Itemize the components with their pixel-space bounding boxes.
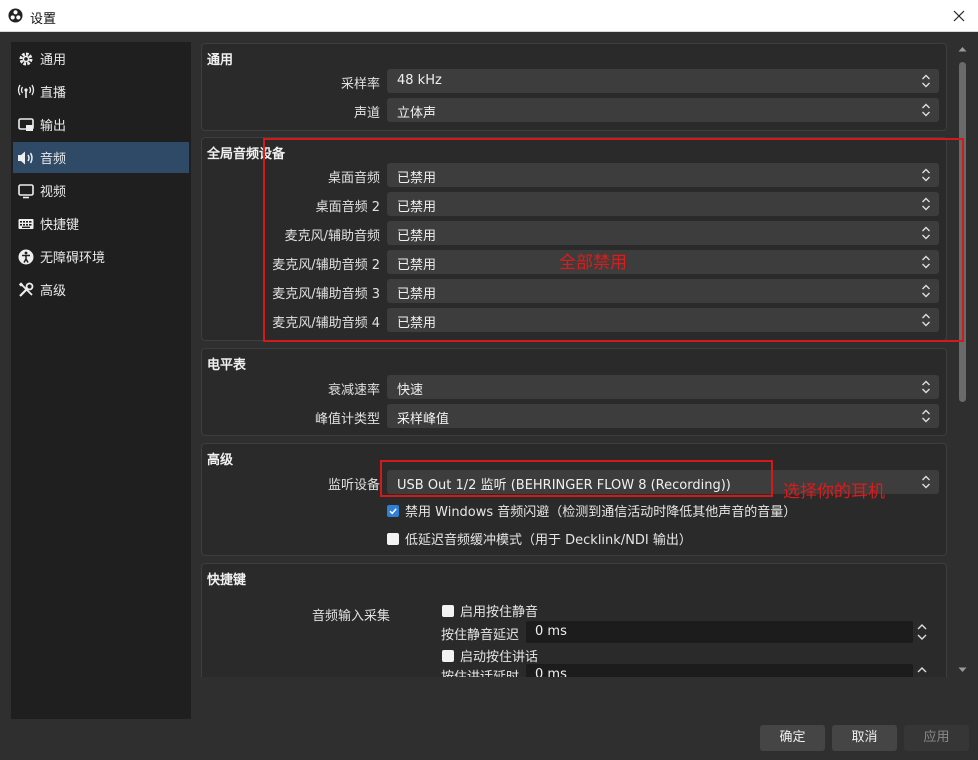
chevron-updown-icon	[922, 475, 930, 489]
close-icon	[953, 10, 965, 22]
sidebar-item-audio[interactable]: 音频	[13, 142, 189, 173]
spin-value: 0 ms	[535, 624, 567, 639]
ok-button[interactable]: 确定	[760, 725, 825, 751]
annotation-box-monitoring	[380, 460, 773, 497]
push-to-mute-checkbox[interactable]: 启用按住静音	[442, 601, 538, 620]
broadcast-icon	[17, 83, 35, 101]
group-title: 快捷键	[207, 573, 247, 588]
push-to-talk-checkbox[interactable]: 启动按住讲话	[442, 646, 538, 665]
spin-value: 0 ms	[535, 667, 567, 677]
sidebar-item-label: 输出	[40, 119, 67, 134]
group-title: 高级	[207, 453, 234, 468]
sample-rate-label: 采样率	[340, 77, 380, 92]
push-to-mute-delay-label: 按住静音延迟	[441, 628, 520, 643]
decay-rate-select[interactable]: 快速	[387, 375, 939, 399]
checkbox-label: 启用按住静音	[460, 605, 539, 620]
select-value: 快速	[397, 383, 424, 398]
tools-icon	[17, 281, 35, 299]
sidebar-item-stream[interactable]: 直播	[13, 76, 189, 107]
checkbox-unchecked-icon	[387, 532, 399, 545]
annotation-choose-headphone: 选择你的耳机	[783, 482, 885, 502]
group-title: 通用	[207, 53, 234, 68]
select-value: 48 kHz	[397, 73, 442, 88]
channels-label: 声道	[353, 106, 380, 121]
peak-meter-type-label: 峰值计类型	[314, 412, 380, 427]
sidebar-item-hotkeys[interactable]: 快捷键	[13, 208, 189, 239]
checkbox-checked-icon	[387, 504, 399, 517]
sidebar-item-label: 视频	[40, 185, 67, 200]
chevron-updown-icon	[922, 103, 930, 117]
meters-group: 电平表 衰减速率 快速 峰值计类型 采样峰值	[201, 348, 947, 436]
title-bar: 设置	[0, 0, 978, 32]
settings-sidebar: 通用 直播 输出 音频 视频 快捷键 无障碍环境 高级	[11, 42, 191, 719]
window-title: 设置	[30, 12, 57, 27]
chevron-updown-icon	[922, 409, 930, 423]
sidebar-item-label: 直播	[40, 86, 67, 101]
monitor-icon	[17, 182, 35, 200]
accessibility-icon	[17, 248, 35, 266]
hotkeys-group: 快捷键 音频输入采集 启用按住静音 按住静音延迟 0 ms 启动按住讲话 按住讲…	[201, 563, 947, 677]
chevron-updown-icon	[922, 74, 930, 88]
scroll-up-icon[interactable]	[958, 46, 967, 52]
group-title: 电平表	[207, 358, 247, 373]
sample-rate-select[interactable]: 48 kHz	[387, 69, 939, 93]
sidebar-item-label: 音频	[40, 152, 67, 167]
push-to-mute-delay-input[interactable]: 0 ms	[526, 621, 913, 643]
sidebar-item-label: 快捷键	[40, 218, 80, 233]
sidebar-item-output[interactable]: 输出	[13, 109, 189, 140]
peak-meter-type-select[interactable]: 采样峰值	[387, 404, 939, 428]
apply-button[interactable]: 应用	[904, 725, 969, 751]
sidebar-item-advanced[interactable]: 高级	[13, 274, 189, 305]
gear-icon	[17, 50, 35, 68]
sidebar-item-label: 高级	[40, 284, 67, 299]
select-value: 立体声	[397, 106, 437, 121]
cancel-button[interactable]: 取消	[832, 725, 897, 751]
speaker-icon	[17, 149, 35, 167]
monitoring-device-label: 监听设备	[327, 478, 380, 493]
spin-updown-icon[interactable]	[915, 664, 929, 677]
audio-input-capture-label: 音频输入采集	[311, 609, 390, 624]
channels-select[interactable]: 立体声	[387, 98, 939, 122]
output-icon	[17, 116, 35, 134]
general-group: 通用 采样率 48 kHz 声道 立体声	[201, 43, 947, 131]
keyboard-icon	[17, 215, 35, 233]
decay-rate-label: 衰减速率	[327, 383, 380, 398]
disable-ducking-checkbox[interactable]: 禁用 Windows 音频闪避（检测到通信活动时降低其他声音的音量）	[387, 501, 796, 520]
annotation-box-global-devices	[263, 138, 964, 342]
push-to-talk-delay-label: 按住讲话延时	[441, 666, 519, 677]
checkbox-unchecked-icon	[442, 604, 454, 617]
sidebar-item-label: 无障碍环境	[40, 251, 106, 266]
checkbox-unchecked-icon	[442, 649, 454, 662]
close-button[interactable]	[946, 3, 972, 29]
scroll-down-icon[interactable]	[958, 667, 967, 673]
sidebar-item-video[interactable]: 视频	[13, 175, 189, 206]
checkbox-label: 低延迟音频缓冲模式（用于 Decklink/NDI 输出）	[405, 533, 692, 548]
checkbox-label: 禁用 Windows 音频闪避（检测到通信活动时降低其他声音的音量）	[405, 505, 797, 520]
checkbox-label: 启动按住讲话	[460, 650, 539, 665]
sidebar-item-general[interactable]: 通用	[13, 43, 189, 74]
select-value: 采样峰值	[397, 412, 450, 427]
obs-logo-icon	[8, 8, 23, 23]
chevron-updown-icon	[922, 380, 930, 394]
spin-updown-icon[interactable]	[915, 621, 929, 643]
annotation-disable-all: 全部禁用	[559, 253, 627, 273]
low-latency-checkbox[interactable]: 低延迟音频缓冲模式（用于 Decklink/NDI 输出）	[387, 529, 692, 548]
sidebar-item-accessibility[interactable]: 无障碍环境	[13, 241, 189, 272]
push-to-talk-delay-input[interactable]: 0 ms	[526, 664, 913, 677]
sidebar-item-label: 通用	[40, 53, 67, 68]
